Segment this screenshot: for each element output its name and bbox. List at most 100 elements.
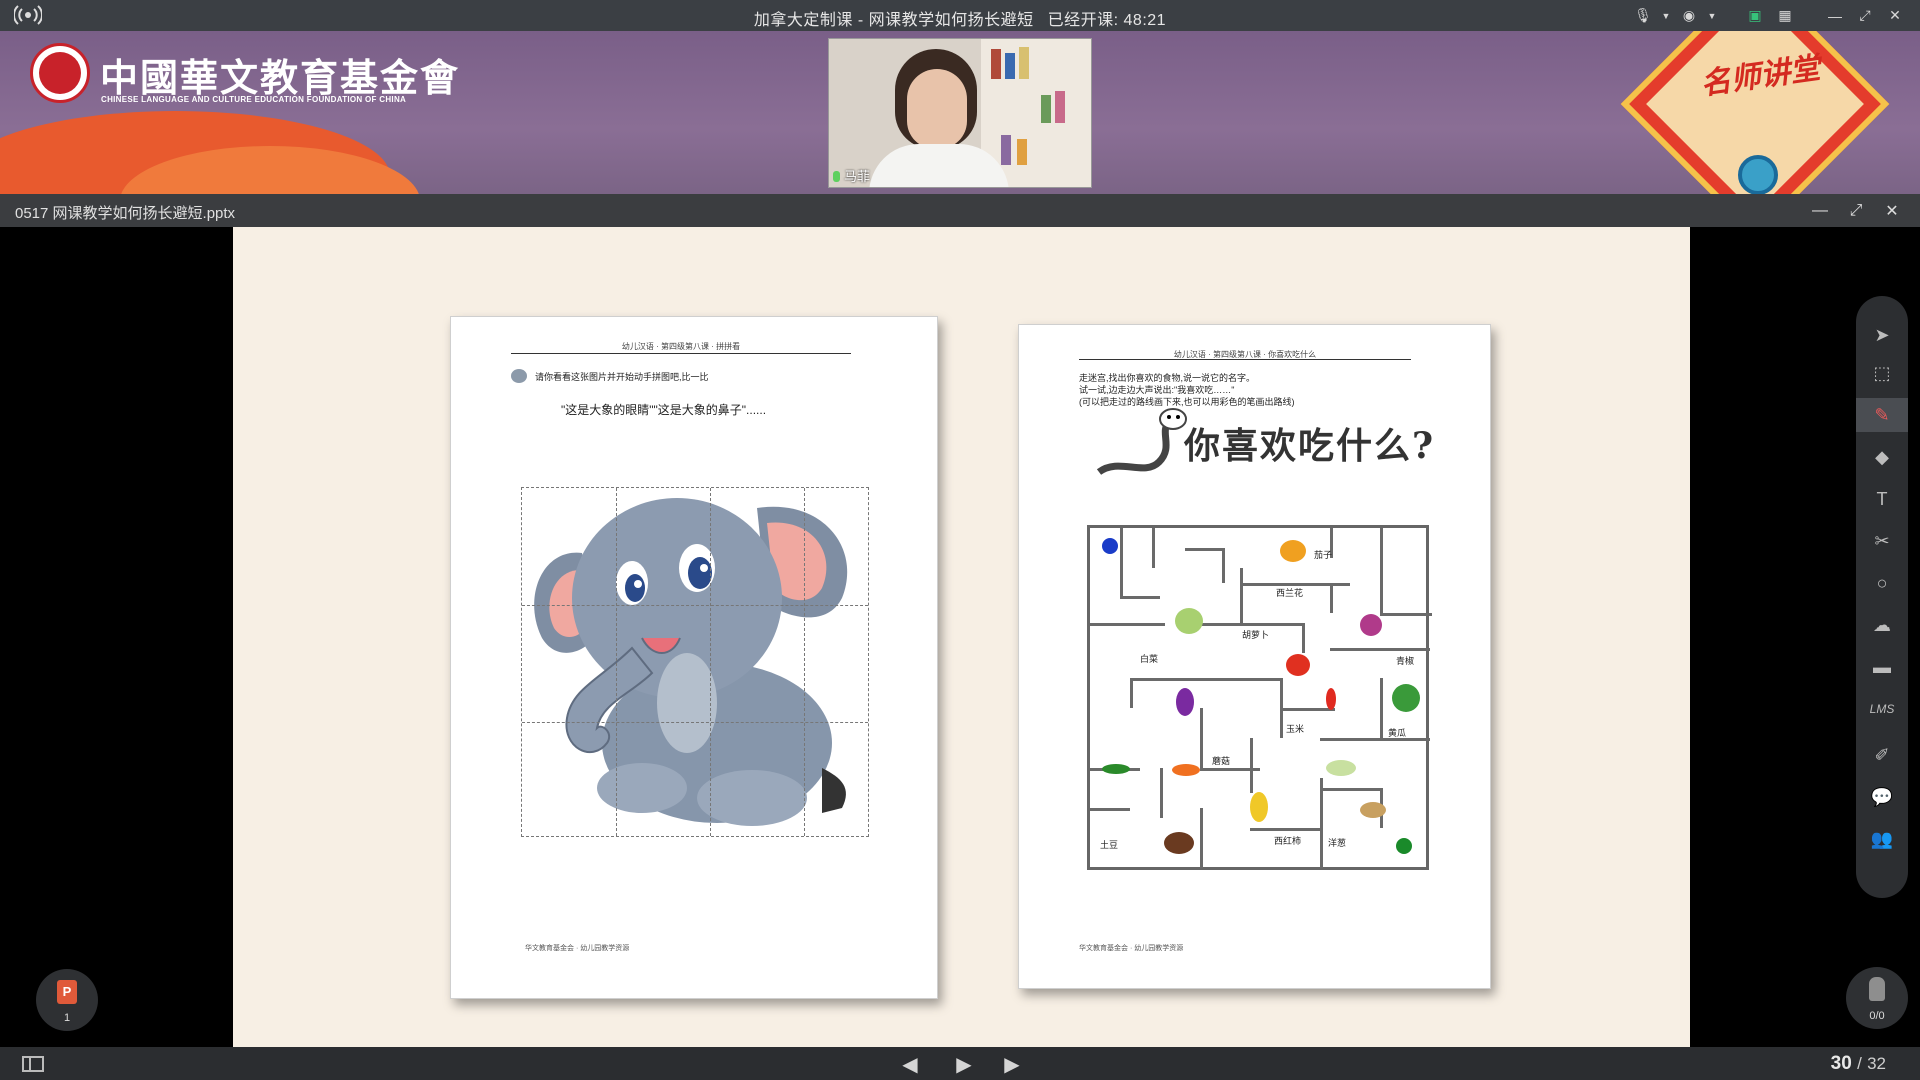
- scissors-icon[interactable]: ✂: [1856, 524, 1908, 558]
- maze-label: 土豆: [1100, 840, 1119, 850]
- maze-label: 青椒: [1396, 656, 1415, 666]
- annotation-toolbar: ➤ ⬚ ✎ ◆ T ✂ ○ ☁ ▬ LMS ✐ 💬 👥: [1856, 296, 1908, 898]
- title-bar-controls: 🎙 ▼ ◉ ▼ ▣ ▦ — ⤢ ✕: [1628, 0, 1920, 31]
- hand-raise-button[interactable]: 0/0: [1846, 967, 1908, 1029]
- document-bar: 0517 网课教学如何扬长避短.pptx — ⤢ ✕: [0, 194, 1920, 227]
- edit-icon[interactable]: ✐: [1856, 738, 1908, 772]
- current-page: 30: [1830, 1053, 1852, 1074]
- page-separator: /: [1857, 1054, 1862, 1073]
- maze-label: 西红柿: [1274, 836, 1302, 846]
- potato-icon: [1360, 802, 1386, 818]
- close-icon[interactable]: ✕: [1880, 0, 1910, 31]
- ppt-count: 1: [63, 1012, 71, 1024]
- food-maze: 茄子 西兰花 胡萝卜 白菜 青椒 黄瓜 玉米 蘑菇 土豆 西红柿 洋葱: [1087, 525, 1432, 870]
- worksheet-page-maze: 幼儿汉语 · 第四级第八课 · 你喜欢吃什么 走迷宫,找出你喜欢的食物,说一说它…: [1018, 324, 1491, 989]
- teacher-name: 马菲: [844, 169, 871, 184]
- title-bar: 加拿大定制课 - 网课教学如何扬长避短 已经开课: 48:21 🎙 ▼ ◉ ▼ ▣…: [0, 0, 1920, 31]
- slide: 幼儿汉语 · 第四级第八课 · 拼拼看 请你看看这张图片并开始动手拼图吧,比一比…: [233, 227, 1690, 1047]
- pen-icon[interactable]: ✎: [1856, 398, 1908, 432]
- chat-icon[interactable]: 💬: [1856, 780, 1908, 814]
- foundation-logo: [30, 43, 90, 103]
- cabbage-icon: [1175, 608, 1203, 634]
- teacher-video[interactable]: 马菲: [828, 38, 1092, 188]
- members-icon[interactable]: 👥: [1856, 822, 1908, 856]
- lms-icon[interactable]: LMS: [1856, 692, 1908, 726]
- maximize-icon[interactable]: ⤢: [1838, 194, 1874, 227]
- puzzle-cut-line: [616, 488, 617, 836]
- pumpkin-icon: [1280, 540, 1306, 562]
- page-footer: 华文教育基金会 · 幼儿园教学资源: [525, 945, 630, 952]
- maze-start-dot: [1102, 538, 1118, 554]
- maze-label: 胡萝卜: [1242, 630, 1270, 640]
- worksheet-page-puzzle: 幼儿汉语 · 第四级第八课 · 拼拼看 请你看看这张图片并开始动手拼图吧,比一比…: [450, 316, 938, 999]
- play-from-current-icon[interactable]: ▶: [950, 1053, 978, 1076]
- instruction-line: 请你看看这张图片并开始动手拼图吧,比一比: [511, 369, 709, 383]
- maze-heading: 你喜欢吃什么?: [1184, 425, 1436, 467]
- area-select-icon[interactable]: ⬚: [1856, 356, 1908, 390]
- elapsed-time: 已经开课: 48:21: [1047, 12, 1167, 29]
- puzzle-cut-line: [710, 488, 711, 836]
- corn-icon: [1250, 792, 1268, 822]
- onion-icon: [1360, 614, 1382, 636]
- minimize-icon[interactable]: —: [1820, 0, 1850, 31]
- next-slide-icon[interactable]: ▶: [998, 1053, 1026, 1076]
- eggplant-icon: [1176, 688, 1194, 716]
- header-rule: [1079, 359, 1411, 360]
- thumbnail-panel-icon[interactable]: [22, 1056, 44, 1072]
- slide-navigation-bar: ◀ ▶ ▶ 30 / 32: [0, 1047, 1920, 1080]
- tomato-icon: [1286, 654, 1310, 676]
- chevron-down-icon[interactable]: ▼: [1658, 0, 1674, 31]
- minimize-icon[interactable]: —: [1802, 194, 1838, 227]
- shape-icon[interactable]: ○: [1856, 566, 1908, 600]
- puzzle-cut-line: [804, 488, 805, 836]
- maze-end-dot: [1396, 838, 1412, 854]
- class-title: 加拿大定制课 - 网课教学如何扬长避短: [753, 12, 1034, 29]
- microphone-icon[interactable]: 🎙: [1628, 0, 1658, 31]
- previous-slide-icon[interactable]: ◀: [896, 1053, 924, 1076]
- elephant-mini-icon: [511, 369, 527, 383]
- mushroom-icon: [1164, 832, 1194, 854]
- close-icon[interactable]: ✕: [1874, 194, 1910, 227]
- hand-raise-count: 0/0: [1869, 1010, 1885, 1022]
- maximize-icon[interactable]: ⤢: [1850, 0, 1880, 31]
- cucumber-icon: [1326, 760, 1356, 776]
- broccoli-icon: [1392, 684, 1420, 712]
- page-header: 幼儿汉语 · 第四级第八课 · 拼拼看: [621, 342, 741, 351]
- chili-icon: [1326, 688, 1336, 710]
- snake-illustration: [1096, 408, 1187, 476]
- pointer-icon[interactable]: ➤: [1856, 318, 1908, 352]
- carrot-icon: [1172, 764, 1200, 776]
- badge-knot-icon: [1738, 155, 1778, 194]
- ppt-icon: P: [57, 980, 77, 1004]
- teacher-name-label: 马菲: [833, 166, 870, 185]
- maze-label: 西兰花: [1276, 588, 1304, 598]
- layout-grid-icon[interactable]: ▦: [1770, 0, 1800, 31]
- maze-label: 黄瓜: [1388, 728, 1407, 738]
- header-rule: [511, 353, 851, 354]
- presentation-stage: 幼儿汉语 · 第四级第八课 · 拼拼看 请你看看这张图片并开始动手拼图吧,比一比…: [0, 227, 1920, 1047]
- elephant-image: [534, 498, 848, 826]
- eraser-icon[interactable]: ◆: [1856, 440, 1908, 474]
- quote-text: "这是大象的眼睛""这是大象的鼻子"......: [561, 403, 767, 417]
- instruction-text: 请你看看这张图片并开始动手拼图吧,比一比: [535, 372, 709, 382]
- screen-share-icon[interactable]: ▣: [1740, 0, 1770, 31]
- maze-label: 洋葱: [1328, 838, 1347, 848]
- maze-label: 玉米: [1286, 724, 1305, 734]
- camera-icon[interactable]: ◉: [1674, 0, 1704, 31]
- teacher-face: [907, 69, 967, 149]
- cloud-icon[interactable]: ☁: [1856, 608, 1908, 642]
- page-counter: 30 / 32: [1831, 1053, 1886, 1075]
- document-filename: 0517 网课教学如何扬长避短.pptx: [15, 205, 236, 222]
- puzzle-cut-line: [522, 722, 868, 723]
- chevron-down-icon[interactable]: ▼: [1704, 0, 1720, 31]
- maze-label: 茄子: [1314, 550, 1333, 560]
- puzzle-cut-line: [522, 605, 868, 606]
- elephant-puzzle: [521, 487, 869, 837]
- foundation-name: 中國華文教育基金會: [100, 55, 461, 100]
- header-banner: 中國華文教育基金會 CHINESE LANGUAGE AND CULTURE E…: [0, 31, 1920, 194]
- toolbox-icon[interactable]: ▬: [1856, 650, 1908, 684]
- text-icon[interactable]: T: [1856, 482, 1908, 516]
- hand-icon: [1869, 977, 1885, 1001]
- ppt-list-button[interactable]: P 1: [36, 969, 98, 1031]
- total-pages: 32: [1867, 1054, 1886, 1073]
